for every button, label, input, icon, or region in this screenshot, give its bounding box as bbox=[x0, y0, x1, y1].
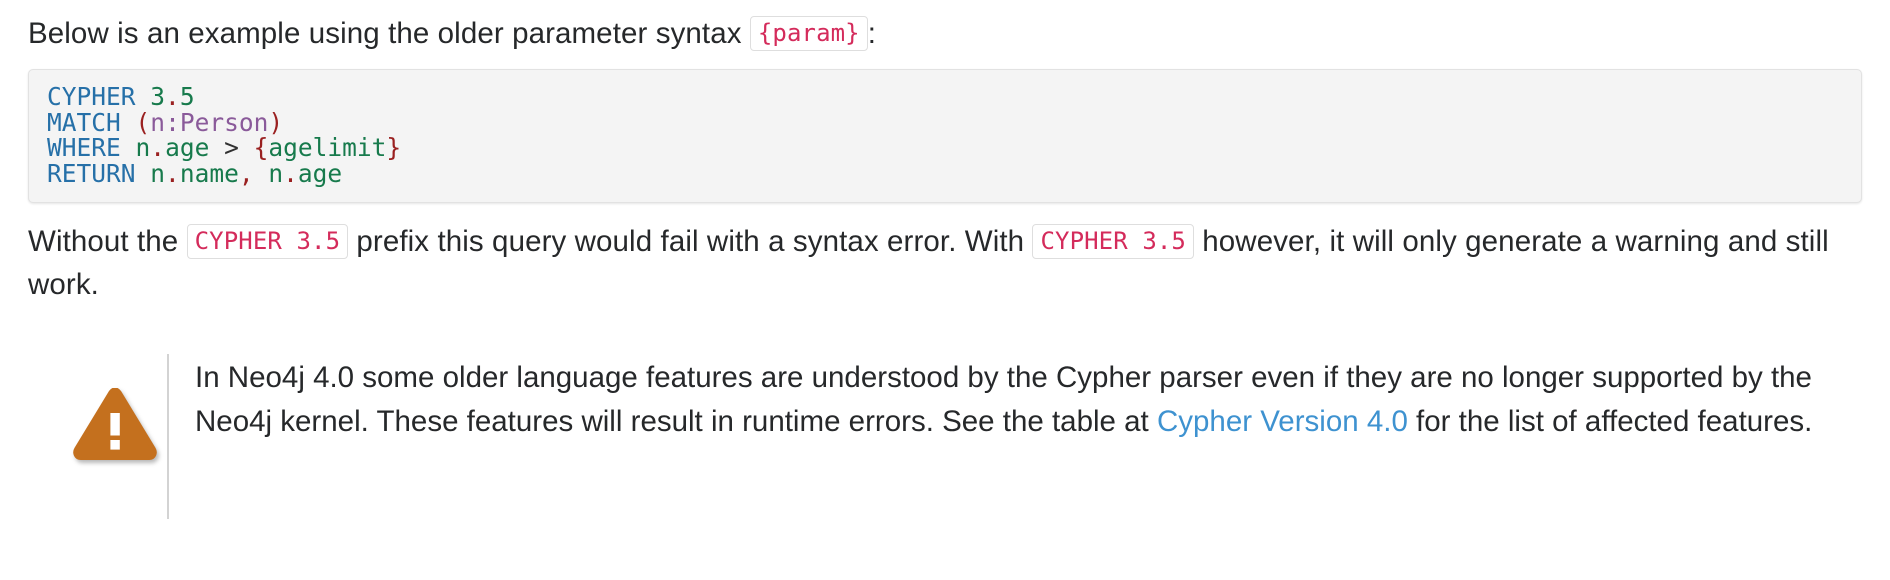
after-segment-2: prefix this query would fail with a synt… bbox=[348, 225, 1033, 258]
caution-admonition: In Neo4j 4.0 some older language feature… bbox=[28, 354, 1862, 519]
document-page: Below is an example using the older para… bbox=[0, 0, 1890, 580]
code-token-punctuation: . bbox=[283, 158, 298, 188]
admonition-text: In Neo4j 4.0 some older language feature… bbox=[195, 356, 1862, 444]
code-token-variable: n bbox=[268, 158, 284, 188]
code-token-keyword: RETURN bbox=[47, 158, 136, 188]
intro-text-before: Below is an example using the older para… bbox=[28, 17, 750, 50]
code-lines: CYPHER 3.5 MATCH (n:Person) WHERE n.age … bbox=[47, 82, 401, 188]
code-token-variable: name bbox=[179, 158, 239, 188]
inline-code-param: {param} bbox=[749, 16, 868, 51]
code-token-variable: age bbox=[297, 158, 343, 188]
warning-triangle-icon bbox=[72, 387, 157, 467]
code-token-punctuation: , bbox=[238, 158, 254, 188]
code-token-punctuation: } bbox=[386, 133, 402, 162]
cypher-version-link[interactable]: Cypher Version 4.0 bbox=[1157, 405, 1408, 438]
code-token-punctuation: { bbox=[253, 133, 269, 162]
intro-text-after: : bbox=[867, 17, 877, 50]
paragraph-after-code: Without the CYPHER 3.5 prefix this query… bbox=[28, 203, 1862, 306]
code-token-punctuation: . bbox=[165, 158, 180, 188]
after-segment-1: Without the bbox=[28, 225, 187, 258]
code-block-cypher[interactable]: CYPHER 3.5 MATCH (n:Person) WHERE n.age … bbox=[28, 69, 1862, 203]
admonition-body: In Neo4j 4.0 some older language feature… bbox=[169, 354, 1862, 444]
code-token-variable: n bbox=[135, 133, 151, 162]
intro-paragraph: Below is an example using the older para… bbox=[28, 0, 1862, 55]
code-token-variable: n bbox=[150, 158, 166, 188]
inline-code-cypher-35-second: CYPHER 3.5 bbox=[1032, 224, 1194, 259]
admonition-icon-cell bbox=[62, 354, 167, 467]
admonition-segment-2: for the list of affected features. bbox=[1407, 405, 1813, 438]
inline-code-cypher-35-first: CYPHER 3.5 bbox=[186, 224, 349, 259]
code-block-content: CYPHER 3.5 MATCH (n:Person) WHERE n.age … bbox=[47, 84, 1843, 186]
